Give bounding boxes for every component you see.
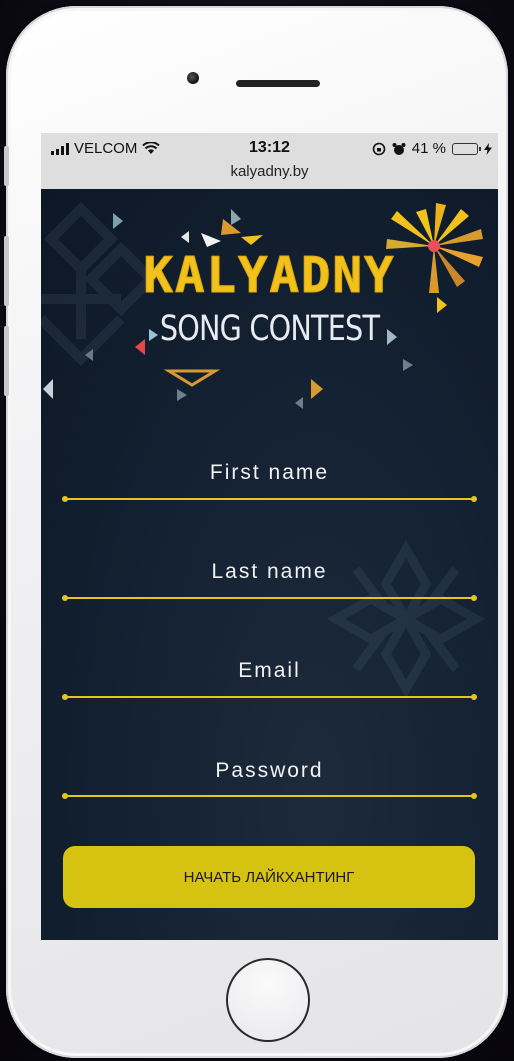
- alarm-icon: [392, 142, 406, 155]
- mute-switch: [4, 146, 9, 186]
- front-camera: [187, 72, 199, 84]
- first-name-field[interactable]: [62, 496, 477, 502]
- logo-subtitle: SONG CONTEST: [159, 309, 380, 349]
- first-name-label[interactable]: First name: [41, 461, 498, 485]
- password-field[interactable]: [62, 793, 477, 799]
- volume-up-button: [4, 236, 9, 306]
- logo-title: KALYADNY: [143, 247, 396, 305]
- charging-icon: [484, 142, 492, 155]
- phone-screen: VELCOM 13:12 kalyadny.by 41 % KALYADNY S…: [41, 133, 498, 940]
- submit-button[interactable]: НАЧАТЬ ЛАЙКХАНТИНГ: [63, 846, 475, 908]
- home-button[interactable]: [226, 958, 310, 1042]
- volume-down-button: [4, 326, 9, 396]
- last-name-field[interactable]: [62, 595, 477, 601]
- last-name-label[interactable]: Last name: [41, 560, 498, 584]
- address-bar-url[interactable]: kalyadny.by: [41, 163, 498, 180]
- battery-icon: [452, 142, 481, 155]
- lock-rotation-icon: [372, 142, 386, 155]
- earpiece-speaker: [236, 80, 320, 87]
- email-field[interactable]: [62, 694, 477, 700]
- battery-percent: 41 %: [411, 140, 446, 157]
- status-bar: VELCOM 13:12 kalyadny.by 41 %: [41, 133, 498, 189]
- status-right: 41 %: [372, 140, 492, 157]
- page-content: KALYADNY SONG CONTEST First name Last na…: [41, 189, 498, 940]
- email-label[interactable]: Email: [41, 659, 498, 683]
- password-label[interactable]: Password: [41, 759, 498, 783]
